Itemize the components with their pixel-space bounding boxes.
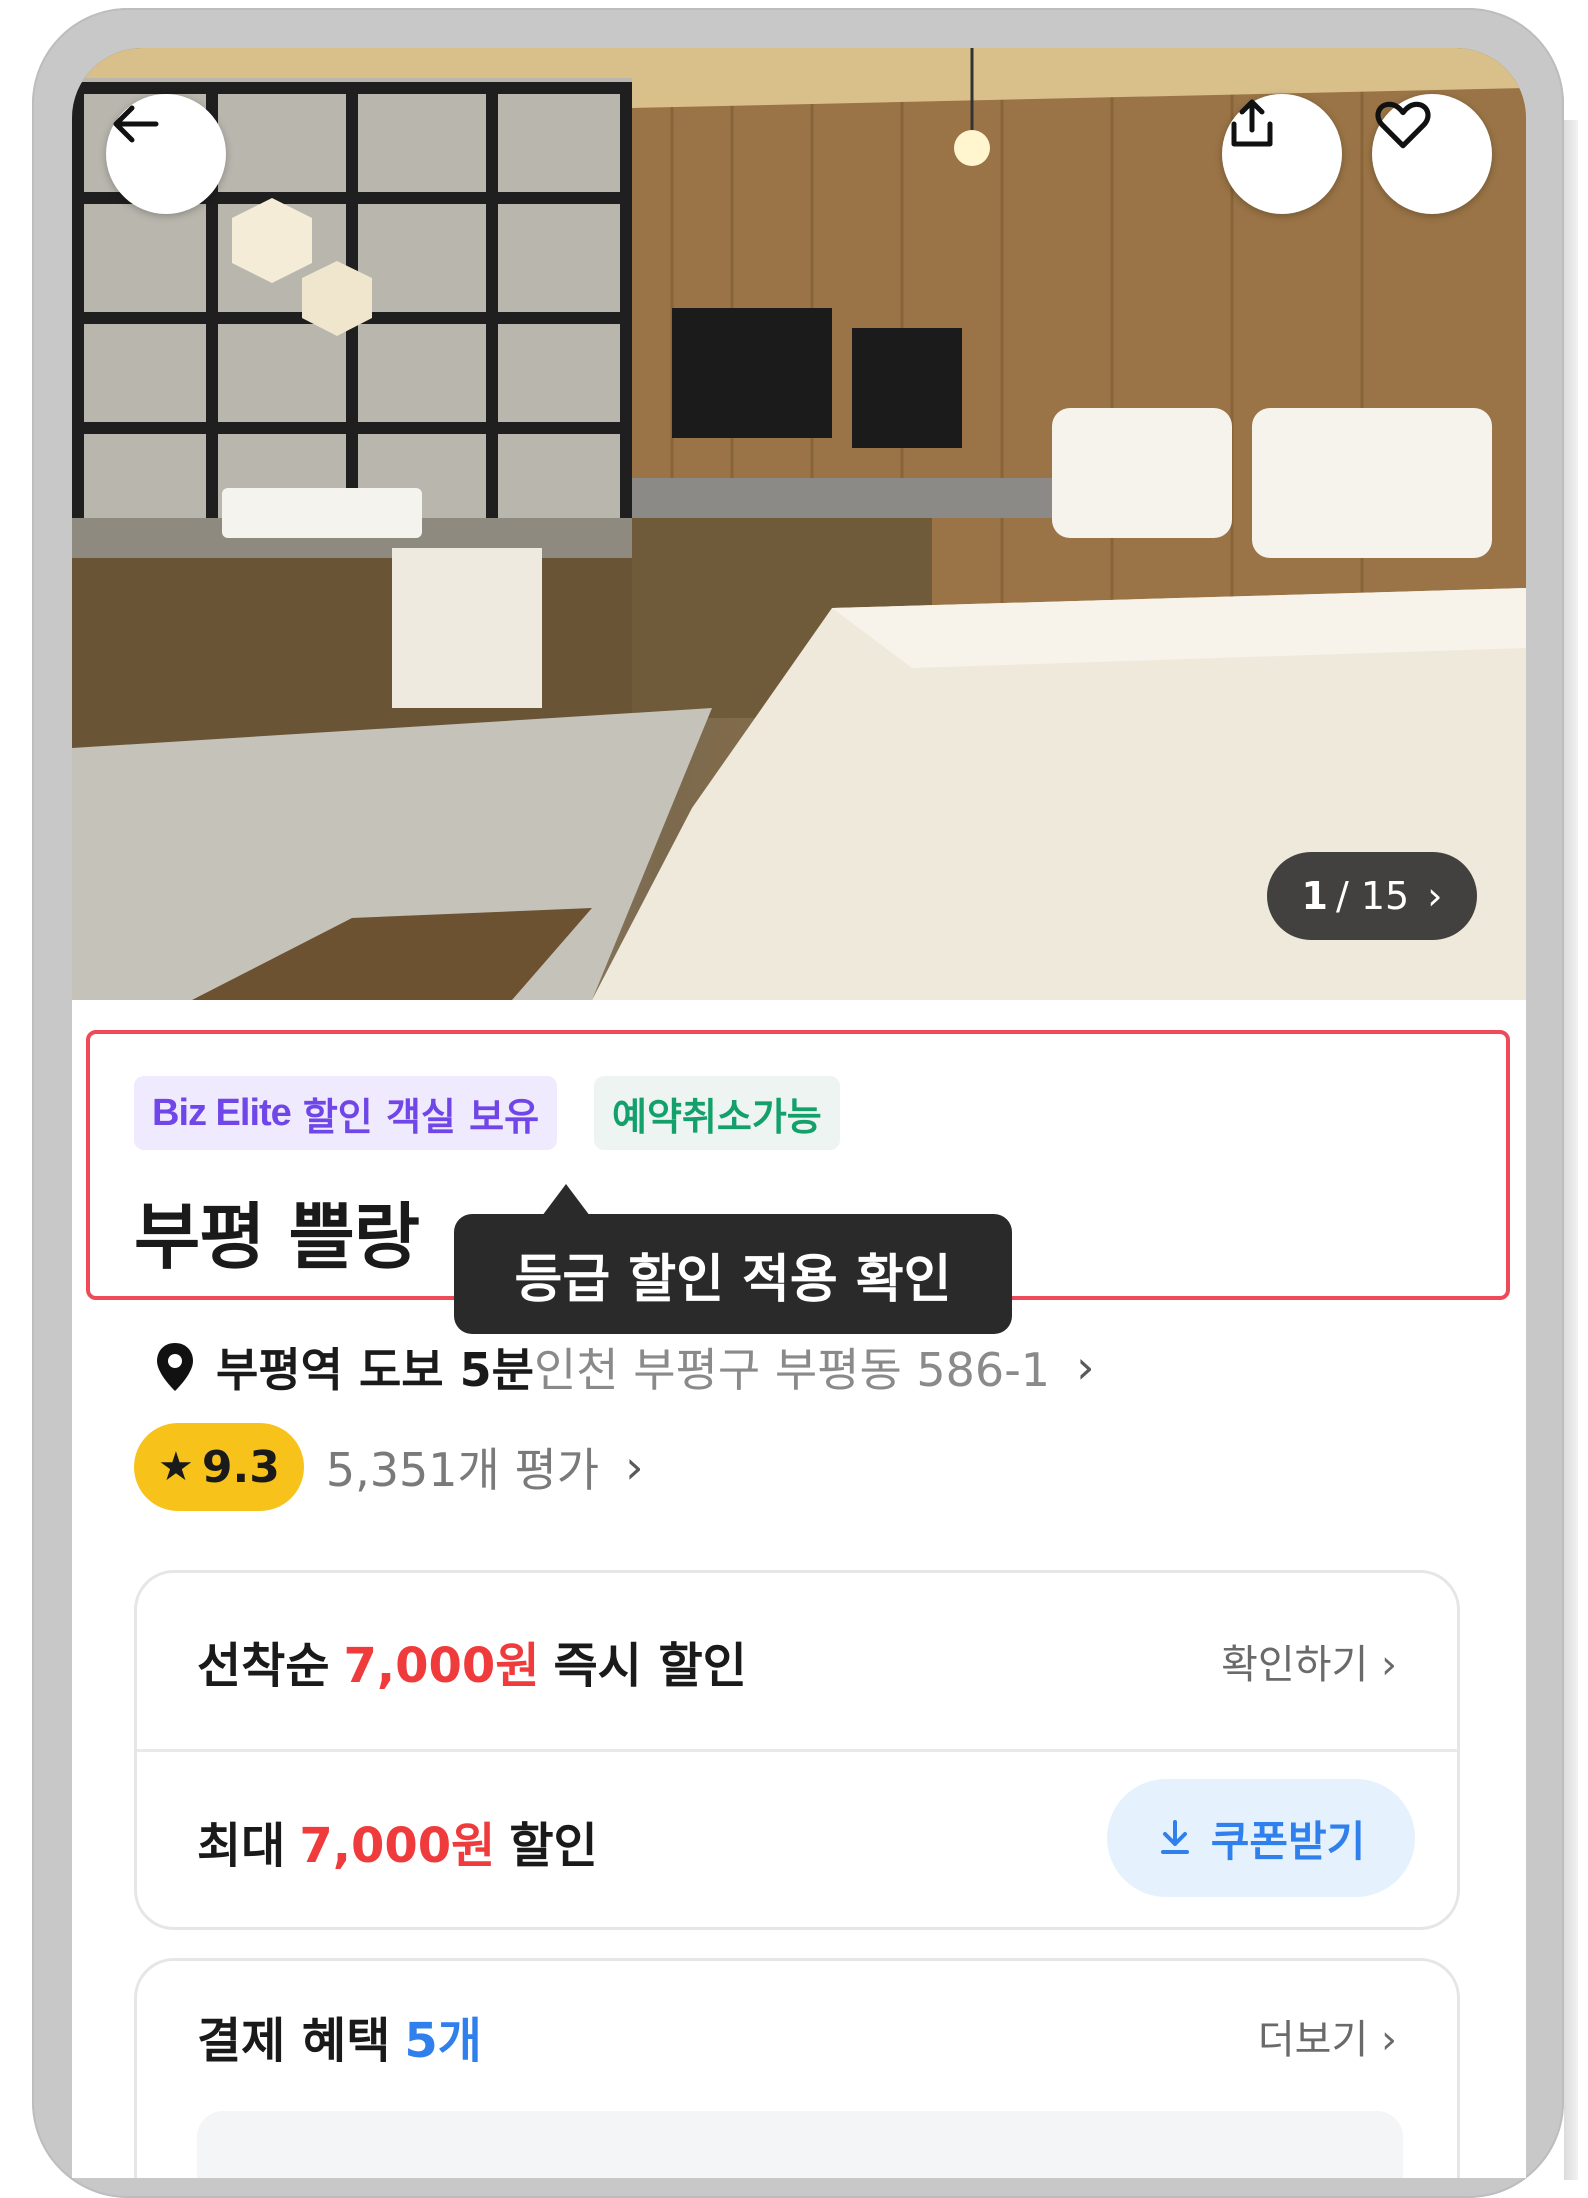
max-discount-prefix: 최대 (197, 1818, 286, 1874)
first-come-suffix: 즉시 할인 (553, 1638, 747, 1694)
favorite-button[interactable] (1372, 94, 1492, 214)
get-coupon-label: 쿠폰받기 (1210, 1816, 1366, 1866)
pager-current: 1 (1301, 874, 1328, 918)
max-discount-amount: 7,000원 (299, 1818, 496, 1874)
share-button[interactable] (1222, 94, 1342, 214)
check-link[interactable]: 확인하기 › (1221, 1632, 1397, 1690)
download-icon (1160, 1820, 1189, 1854)
hotel-name: 부평 쁠랑 (134, 1195, 420, 1279)
payment-benefit-item[interactable] (197, 2111, 1403, 2178)
biz-elite-brand: Biz Elite (152, 1091, 292, 1134)
frame-shadow (1564, 120, 1578, 2180)
first-come-amount: 7,000원 (343, 1638, 540, 1694)
review-count: 5,351개 평가 (325, 1443, 600, 1497)
payment-benefits-count: 5개 (404, 2013, 482, 2069)
app-screen: 1 / 15 › Biz Elite 할인 객실 보유 예약취소가능 부평 쁠랑… (72, 48, 1526, 2178)
first-come-discount-row[interactable]: 선착순 7,000원 즉시 할인 확인하기 › (137, 1573, 1457, 1749)
rating-badge: ★ 9.3 (134, 1423, 304, 1511)
heart-icon (1375, 101, 1431, 149)
back-button[interactable] (106, 94, 226, 214)
grade-discount-tooltip: 등급 할인 적용 확인 (454, 1214, 1012, 1334)
biz-elite-badge: Biz Elite 할인 객실 보유 (134, 1076, 558, 1150)
discount-card: 선착순 7,000원 즉시 할인 확인하기 › 최대 7,000원 할인 쿠폰받… (134, 1570, 1460, 1930)
rating-row[interactable]: ★ 9.3 5,351개 평가 › (134, 1422, 644, 1512)
hotel-room-photo[interactable]: 1 / 15 › (72, 48, 1526, 1000)
back-arrow-icon (113, 105, 159, 143)
more-link[interactable]: 더보기 › (1258, 2007, 1397, 2065)
share-icon (1231, 99, 1273, 147)
max-discount-suffix: 할인 (509, 1818, 598, 1874)
chevron-right-icon: › (625, 1440, 644, 1494)
location-distance: 부평역 도보 5분 (216, 1343, 534, 1397)
chevron-right-icon: › (1427, 874, 1443, 918)
biz-elite-text: 할인 객실 보유 (302, 1094, 540, 1139)
pager-total: / 15 (1336, 874, 1410, 918)
location-row[interactable]: 부평역 도보 5분 인천 부평구 부평동 586-1 › (134, 1332, 1094, 1402)
star-icon: ★ (158, 1444, 194, 1490)
payment-benefits-header[interactable]: 결제 혜택 5개 더보기 › (137, 1961, 1457, 2111)
payment-benefits-title: 결제 혜택 (197, 2013, 391, 2069)
tooltip-arrow (542, 1184, 590, 1216)
cancel-available-badge: 예약취소가능 (594, 1076, 840, 1150)
rating-score: 9.3 (201, 1441, 280, 1493)
first-come-prefix: 선착순 (197, 1638, 330, 1694)
location-address: 인천 부평구 부평동 586-1 (533, 1343, 1051, 1397)
payment-benefits-card: 결제 혜택 5개 더보기 › (134, 1958, 1460, 2178)
chevron-right-icon: › (1076, 1340, 1095, 1394)
photo-pager[interactable]: 1 / 15 › (1267, 852, 1477, 940)
get-coupon-button[interactable]: 쿠폰받기 (1107, 1779, 1415, 1897)
location-pin-icon (157, 1343, 193, 1391)
